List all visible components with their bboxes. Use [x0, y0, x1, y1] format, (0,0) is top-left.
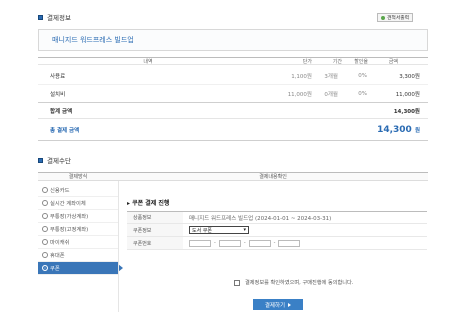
subtotal-label: 합계 금액 — [50, 108, 73, 115]
subtotal-row: 합계 금액 14,300원 — [38, 103, 428, 119]
product-info-row: 상품정보 매니지드 워드프레스 빌드업 (2024-01-01 ~ 2024-0… — [127, 211, 427, 224]
agree-row: 결제정보를 확인하였으며, 구매진행에 동의합니다. — [234, 279, 353, 286]
square-bullet-icon — [38, 157, 43, 163]
payment-method-title: 결제수단 — [47, 157, 71, 165]
payment-info-heading: 결제정보 — [38, 12, 71, 22]
method-label: 무통장(가상계좌) — [50, 214, 89, 220]
dash-separator: - — [214, 240, 216, 246]
coupon-number-input-1[interactable] — [189, 239, 211, 247]
total-unit: 원 — [414, 127, 420, 134]
coupon-number-input-4[interactable] — [278, 239, 301, 247]
header-unit: 단가 — [302, 58, 312, 65]
row-unit: 1,100원 — [291, 73, 312, 80]
method-fixed-account[interactable]: 무통장(고정계좌) — [38, 223, 118, 236]
coupon-type-selected: 도서 쿠폰 — [192, 227, 212, 234]
chevron-down-icon: ▾ — [243, 227, 246, 233]
coupon-info-label: 쿠폰정보 — [127, 224, 183, 236]
row-discount: 0% — [358, 72, 367, 79]
method-label: 신용카드 — [50, 188, 70, 194]
coupon-number-input-2[interactable] — [218, 239, 241, 247]
agree-text: 결제정보를 확인하였으며, 구매진행에 동의합니다. — [245, 280, 354, 286]
row-name: 설치비 — [50, 91, 66, 98]
dash-separator: - — [273, 240, 276, 246]
triangle-right-icon: ▸ — [127, 200, 131, 207]
pay-button-label: 결제하기 — [264, 302, 286, 309]
payment-detail: ▸ 쿠폰 결제 진행 상품정보 매니지드 워드프레스 빌드업 (2024-01-… — [118, 181, 428, 312]
coupon-number-input-3[interactable] — [248, 239, 271, 247]
header-period: 기간 — [332, 58, 342, 65]
radio-icon[interactable] — [42, 187, 48, 193]
method-label: 무통장(고정계좌) — [50, 227, 89, 233]
radio-icon[interactable] — [42, 239, 48, 245]
total-value: 14,300 — [377, 124, 412, 135]
summary-table-header: 내역 단가 기간 할인율 금액 — [38, 57, 428, 65]
header-payment-method: 결제방식 — [68, 174, 88, 180]
method-label: 휴대폰 — [50, 253, 65, 259]
header-description: 내역 — [143, 58, 153, 65]
product-info-value: 매니지드 워드프레스 빌드업 (2024-01-01 ~ 2024-03-31) — [189, 215, 332, 222]
row-unit: 11,000원 — [287, 91, 312, 98]
table-row: 사용료 1,100원 3개월 0% 3,300원 — [38, 67, 428, 85]
payment-method-list: 신용카드 실시간 계좌이체 무통장(가상계좌) 무통장(고정계좌) 마이캐쉬 휴… — [38, 184, 123, 275]
row-discount: 0% — [358, 90, 367, 97]
dash-separator: - — [243, 240, 246, 246]
radio-icon[interactable] — [42, 213, 48, 219]
radio-icon[interactable] — [42, 200, 48, 206]
row-period: 3개월 — [324, 73, 338, 80]
product-name-box: 매니지드 워드프레스 빌드업 — [38, 29, 428, 51]
coupon-number-inputs: - - - — [183, 239, 301, 247]
payment-info-title: 결제정보 — [47, 14, 71, 22]
method-mycash[interactable]: 마이캐쉬 — [38, 236, 118, 249]
square-bullet-icon — [38, 14, 43, 20]
method-label: 마이캐쉬 — [50, 240, 70, 246]
total-row: 총 결제 금액 14,300 원 — [38, 119, 428, 141]
method-mobile[interactable]: 휴대폰 — [38, 249, 118, 262]
pay-button[interactable]: 결제하기 — [253, 299, 303, 310]
coupon-detail-title-text: 쿠폰 결제 진행 — [132, 200, 170, 207]
estimate-print-label: 견적서출력 — [387, 16, 410, 21]
method-label: 실시간 계좌이체 — [50, 201, 86, 207]
total-amount: 14,300 원 — [377, 125, 420, 135]
payment-panel-header: 결제방식 결제내용확인 — [38, 172, 428, 181]
radio-icon[interactable] — [42, 226, 48, 232]
row-amount: 11,000원 — [395, 91, 420, 98]
row-name: 사용료 — [50, 73, 66, 80]
coupon-type-select[interactable]: 도서 쿠폰 ▾ — [189, 226, 249, 234]
radio-selected-icon[interactable] — [42, 265, 48, 271]
green-dot-icon — [381, 15, 385, 20]
agree-checkbox[interactable] — [234, 279, 240, 286]
radio-icon[interactable] — [42, 252, 48, 258]
method-virtual-account[interactable]: 무통장(가상계좌) — [38, 210, 118, 223]
coupon-number-label: 쿠폰번호 — [127, 237, 183, 249]
row-period: 0개월 — [324, 91, 338, 98]
row-amount: 3,300원 — [399, 73, 420, 80]
method-bank-transfer[interactable]: 실시간 계좌이체 — [38, 197, 118, 210]
coupon-number-row: 쿠폰번호 - - - — [127, 237, 427, 250]
method-credit-card[interactable]: 신용카드 — [38, 184, 118, 197]
payment-method-heading: 결제수단 — [38, 155, 71, 165]
subtotal-value: 14,300원 — [393, 108, 420, 115]
total-label: 총 결제 금액 — [50, 127, 80, 134]
coupon-info-row: 쿠폰정보 도서 쿠폰 ▾ — [127, 224, 427, 237]
coupon-detail-title: ▸ 쿠폰 결제 진행 — [127, 198, 169, 207]
method-label: 쿠폰 — [50, 266, 60, 272]
coupon-info-value: 도서 쿠폰 ▾ — [183, 226, 249, 234]
triangle-right-icon — [288, 302, 292, 307]
header-discount: 할인율 — [354, 58, 368, 65]
method-coupon[interactable]: 쿠폰 — [38, 262, 123, 275]
estimate-print-button[interactable]: 견적서출력 — [377, 13, 414, 22]
product-info-label: 상품정보 — [127, 212, 183, 223]
header-amount: 금액 — [388, 58, 398, 65]
product-name: 매니지드 워드프레스 빌드업 — [52, 36, 134, 44]
payment-panel: 결제방식 결제내용확인 신용카드 실시간 계좌이체 무통장(가상계좌) 무통장(… — [38, 172, 428, 312]
table-row: 설치비 11,000원 0개월 0% 11,000원 — [38, 85, 428, 103]
